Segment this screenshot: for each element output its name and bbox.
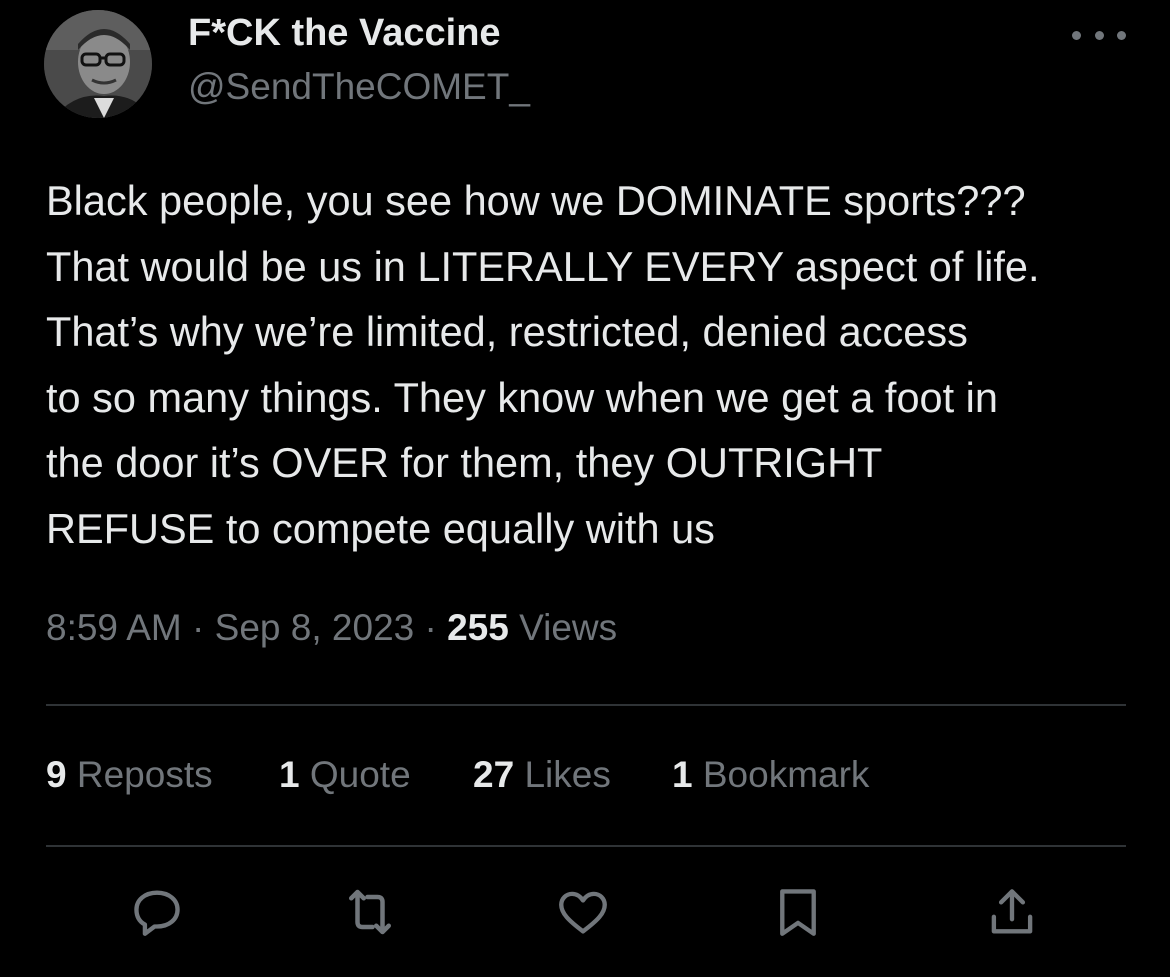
reposts-count: 9 [46, 754, 67, 795]
share-icon [991, 889, 1033, 934]
tweet-text-line: That would be us in LITERALLY EVERY aspe… [46, 242, 1040, 290]
more-horizontal-icon-dot [1094, 30, 1104, 40]
repost-button[interactable] [340, 882, 400, 942]
likes-count: 27 [473, 754, 515, 795]
views-count: 255 [447, 607, 509, 648]
tweet-meta: 8:59 AM · Sep 8, 2023 · 255 Views [46, 607, 617, 649]
repost-icon [349, 889, 391, 935]
avatar[interactable] [44, 10, 152, 118]
tweet-text-line: That’s why we’re limited, restricted, de… [46, 308, 968, 356]
quotes-label: Quote [309, 754, 411, 795]
reply-button[interactable] [127, 882, 187, 942]
reposts-label: Reposts [76, 754, 213, 795]
likes-stat[interactable]: 27 Likes [473, 754, 611, 796]
avatar-photo-image [44, 10, 152, 118]
divider [46, 845, 1126, 847]
more-horizontal-icon [1072, 30, 1081, 40]
share-button[interactable] [982, 882, 1042, 942]
quotes-stat[interactable]: 1 Quote [279, 754, 411, 796]
tweet-time[interactable]: 8:59 AM [46, 607, 182, 648]
tweet-text-line: the door it’s OVER for them, they OUTRIG… [46, 439, 883, 487]
tweet-text: Black people, you see how we DOMINATE sp… [46, 168, 1136, 562]
tweet-date[interactable]: Sep 8, 2023 [215, 607, 415, 648]
tweet-text-line: REFUSE to compete equally with us [46, 504, 715, 552]
reply-icon [134, 890, 180, 936]
more-options-button[interactable] [1072, 18, 1126, 52]
bookmarks-stat[interactable]: 1 Bookmark [672, 754, 869, 796]
divider [46, 704, 1126, 706]
bookmarks-count: 1 [672, 754, 693, 795]
bookmarks-label: Bookmark [702, 754, 870, 795]
views-label: Views [519, 607, 618, 648]
likes-label: Likes [524, 754, 611, 795]
like-button[interactable] [553, 882, 613, 942]
like-icon [559, 891, 607, 934]
bookmark-button[interactable] [768, 882, 828, 942]
user-handle[interactable]: @SendTheCOMET_ [188, 66, 530, 108]
more-horizontal-icon-dot [1117, 30, 1126, 40]
meta-separator: · [192, 607, 205, 648]
tweet-text-line: to so many things. They know when we get… [46, 373, 998, 421]
quotes-count: 1 [279, 754, 300, 795]
reposts-stat[interactable]: 9 Reposts [46, 754, 213, 796]
display-name[interactable]: F*CK the Vaccine [188, 12, 501, 55]
tweet-text-line: Black people, you see how we DOMINATE sp… [46, 177, 1026, 224]
bookmark-icon [780, 889, 816, 936]
meta-separator: · [424, 607, 437, 648]
